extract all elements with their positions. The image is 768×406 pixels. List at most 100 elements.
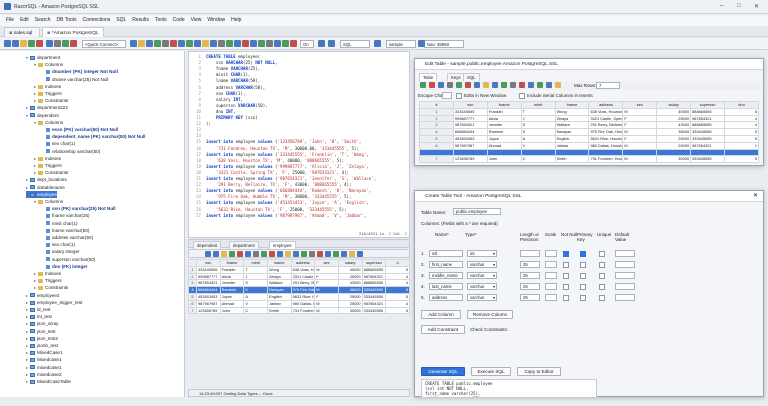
tree-node[interactable]: ▸ int_test (26, 313, 52, 320)
table-cell[interactable]: J (520, 114, 556, 123)
table-cell[interactable]: 5 (385, 286, 410, 294)
toolbar-button-icon[interactable] (130, 40, 137, 47)
toolbar-button-icon[interactable] (54, 40, 61, 47)
column-scale-input[interactable] (545, 283, 557, 290)
edit-toolbar-icon[interactable] (465, 82, 471, 88)
not-null-checkbox[interactable] (563, 250, 569, 257)
results-toolbar-icon[interactable] (309, 251, 315, 257)
table-cell[interactable]: V (520, 141, 556, 150)
table-row[interactable]: 5453453453JoyceAEnglish5631 Rice, Housto… (188, 292, 410, 301)
table-cell[interactable]: 38000 (337, 286, 363, 294)
edit-toolbar-icon[interactable] (429, 82, 435, 88)
table-row[interactable]: 3987654321JenniferSWallace291 Berry, Bel… (188, 279, 410, 288)
table-cell[interactable]: C (520, 154, 556, 163)
unique-checkbox[interactable] (599, 283, 605, 290)
table-cell[interactable]: 638 Voss, Houston TX (290, 265, 316, 274)
tree-node[interactable]: ▸ jsonb_test (26, 342, 58, 349)
table-cell[interactable]: M (314, 265, 339, 274)
column-header[interactable]: ssn (196, 259, 221, 267)
tab-employee[interactable]: employee (269, 241, 296, 249)
results-toolbar-icon[interactable] (245, 251, 251, 257)
table-cell[interactable]: 666884444 (452, 128, 488, 136)
tree-node[interactable]: essn (PK) varchar(50) Not Null (42, 126, 118, 133)
table-cell[interactable]: Ramesh (486, 128, 522, 136)
table-cell[interactable]: 291 Berry, Bellaire, TX (588, 121, 624, 130)
table-cell[interactable]: 888665555 (690, 121, 726, 130)
table-cell[interactable]: F (314, 279, 339, 288)
table-cell[interactable]: C (243, 306, 268, 315)
default-value-input[interactable] (615, 261, 635, 268)
default-value-input[interactable] (615, 294, 635, 301)
results-toolbar-icon[interactable] (285, 251, 291, 257)
table-cell[interactable]: 7 (419, 154, 454, 163)
table-cell[interactable]: 30000 (656, 154, 692, 163)
table-cell[interactable]: 3321 Castle, Spring TX (290, 272, 316, 281)
menu-file[interactable]: File (6, 15, 14, 26)
execute-sql-button[interactable]: Execute SQL (471, 367, 511, 376)
toolbar-button-icon[interactable] (242, 40, 249, 47)
edit-toolbar-icon[interactable] (510, 82, 516, 88)
copy-to-editor-button[interactable]: Copy to Editor (517, 367, 561, 376)
menu-results[interactable]: Results (132, 15, 149, 26)
tree-node[interactable]: ▸ json_array (26, 320, 58, 327)
table-cell[interactable]: 987654321 (690, 141, 726, 150)
toolbar-button-icon[interactable] (162, 40, 169, 47)
column-header[interactable]: superssn (690, 101, 726, 109)
table-cell[interactable]: F (622, 121, 658, 130)
table-cell[interactable]: 5 (385, 292, 410, 301)
tree-node[interactable]: dependent_name (PK) varchar(50) Not Null (42, 133, 145, 140)
edit-toolbar-icon[interactable] (528, 82, 534, 88)
toolbar-button-icon[interactable] (234, 40, 241, 47)
table-cell[interactable]: 975 Fire Oak, Humble TX (290, 286, 316, 294)
max-rows-input[interactable]: 7 (596, 82, 620, 89)
tab-keys[interactable]: Keys (447, 73, 465, 81)
table-cell[interactable]: 4 (724, 121, 759, 130)
tab-department[interactable]: department (229, 241, 259, 249)
tree-node[interactable]: ▸ json_test (26, 328, 55, 335)
table-cell[interactable]: Wallace (266, 279, 292, 288)
tree-node[interactable]: ▸ Indexes (34, 83, 61, 90)
table-cell[interactable]: S (243, 279, 268, 288)
table-cell[interactable]: 987654321 (361, 272, 387, 281)
tree-node[interactable]: ▾ Columns (34, 119, 63, 126)
column-scale-input[interactable] (545, 261, 557, 268)
toolbar-button-icon[interactable] (20, 40, 27, 47)
toolbar-button-icon[interactable] (28, 40, 35, 47)
tree-node[interactable]: ▸ dept_locations (26, 176, 67, 183)
column-scale-input[interactable] (545, 294, 557, 301)
sql-editor[interactable]: 210/4921 Ln. 1 Col. 1 1 CREATE TABLE empl… (188, 51, 410, 238)
toolbar-button-icon[interactable] (138, 40, 145, 47)
tree-node[interactable]: ▸ department222 (26, 104, 68, 111)
toolbar-button-icon[interactable] (258, 40, 265, 47)
menu-sql[interactable]: SQL (116, 15, 126, 26)
tree-node[interactable]: ▾ Columns (34, 198, 63, 205)
table-cell[interactable]: T (243, 265, 268, 274)
table-cell[interactable]: Jennifer (486, 121, 522, 130)
table-cell[interactable]: Franklin (486, 107, 522, 116)
generated-sql-preview[interactable]: CREATE TABLE public.employee (ssl int NO… (421, 379, 597, 398)
table-cell[interactable]: John (486, 154, 522, 163)
results-toolbar-icon[interactable] (301, 251, 307, 257)
tree-node[interactable]: fname varchar(25) (42, 212, 90, 219)
results-toolbar-icon[interactable] (205, 251, 211, 257)
table-cell[interactable]: A (243, 292, 268, 301)
tree-node[interactable]: ▸ MixedCase1 (26, 349, 63, 356)
tab-sales-sql[interactable]: ⊠ sales.sql (4, 27, 40, 37)
table-row[interactable]: 7123456789JohnCSmith731 Fondren, Houston… (419, 154, 759, 163)
table-cell[interactable]: 987987987 (196, 299, 221, 308)
tab-dependent[interactable]: dependent (193, 241, 222, 249)
tree-node[interactable]: ▸ Triggers (34, 90, 62, 97)
toolbar-button-icon[interactable] (226, 40, 233, 47)
table-cell[interactable]: T (520, 107, 556, 116)
table-cell[interactable]: 30000 (337, 306, 363, 315)
results-toolbar-icon[interactable] (349, 251, 355, 257)
table-cell[interactable]: M (622, 154, 658, 163)
column-header[interactable]: d (385, 259, 410, 267)
results-grid[interactable]: ssn fname minit lname address sex salary supers… (188, 259, 410, 315)
tab-table-data[interactable]: Table Data (419, 73, 438, 88)
table-cell[interactable]: 987654321 (196, 279, 221, 288)
table-row[interactable]: 1333445555FranklinTWong638 Voss, Houston… (419, 107, 759, 116)
table-cell[interactable]: 291 Berry, Bellaire, TX (290, 279, 316, 288)
table-cell[interactable]: 5 (385, 306, 410, 315)
table-row[interactable]: 2999887777AliciaJZelaya3321 Castle, Spri… (419, 114, 759, 123)
